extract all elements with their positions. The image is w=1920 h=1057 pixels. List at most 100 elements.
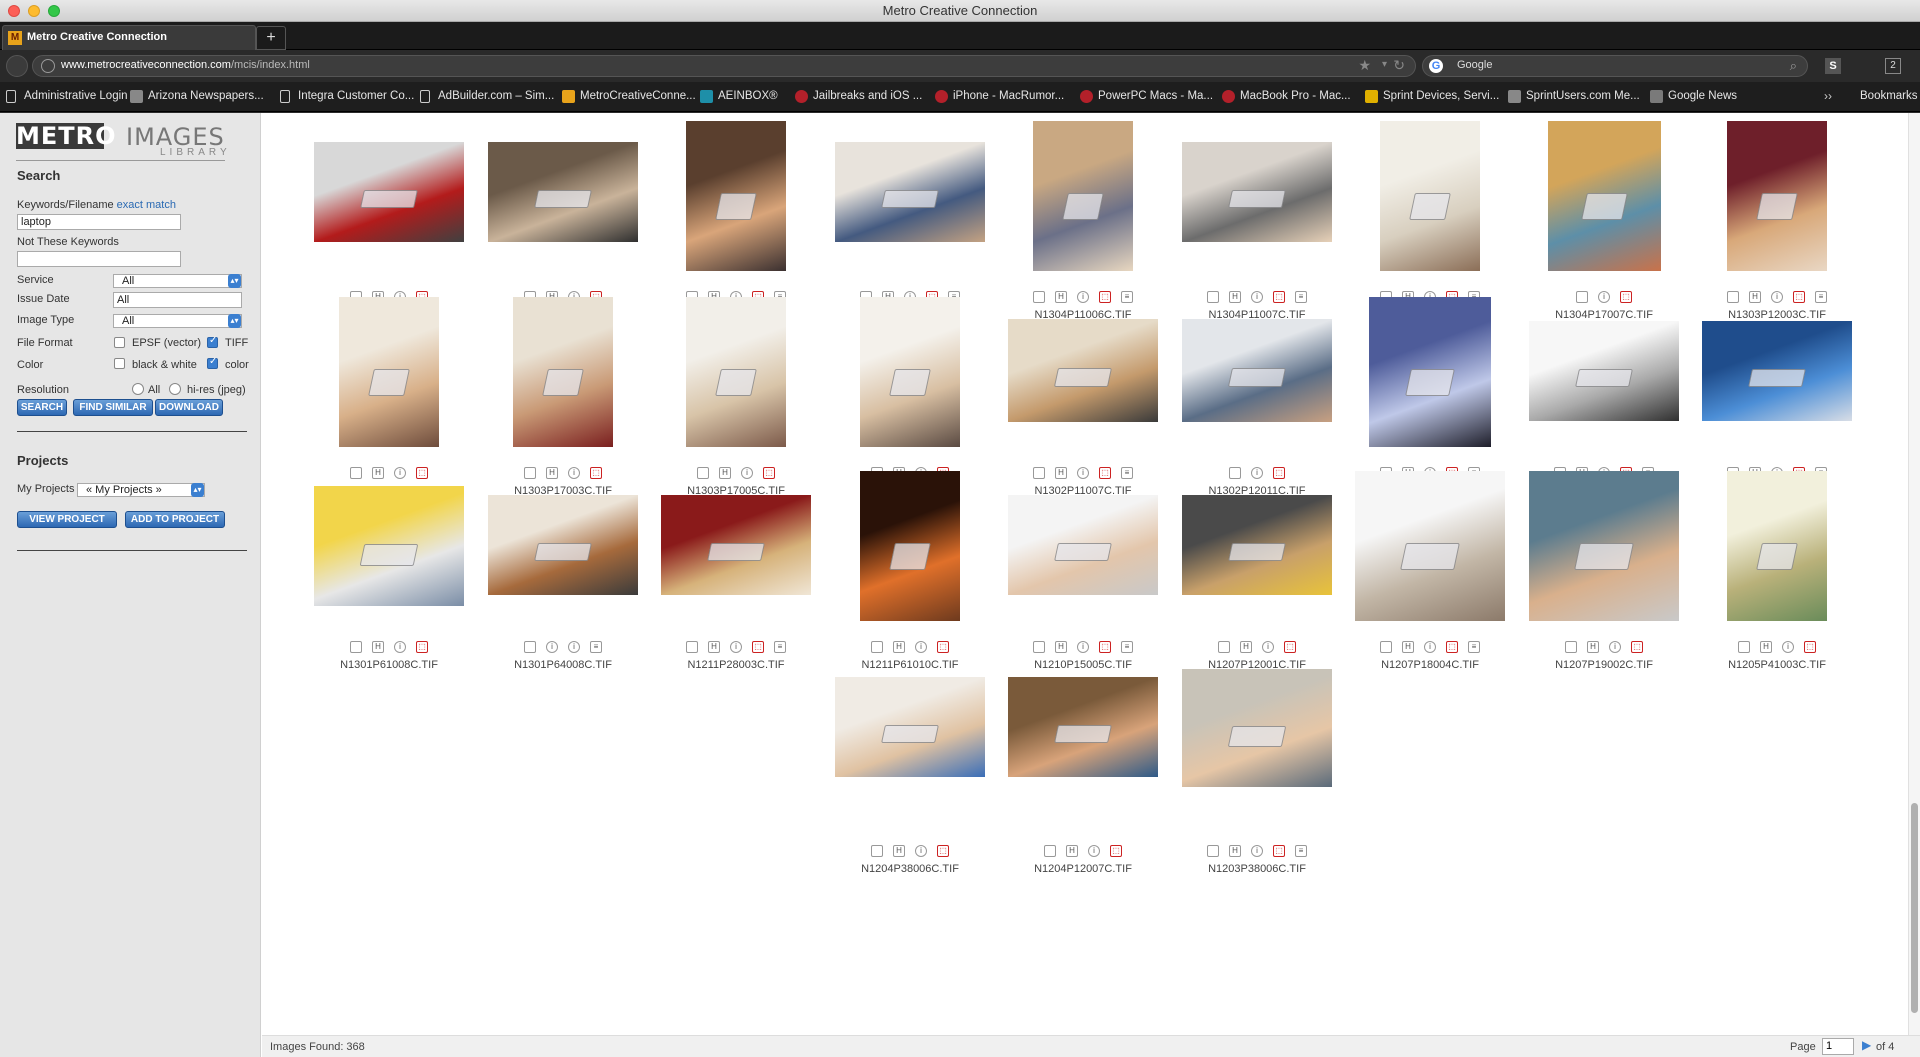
info-icon[interactable]: i <box>1251 467 1263 479</box>
extension-s-icon[interactable]: S <box>1825 58 1841 74</box>
select-checkbox[interactable] <box>697 467 709 479</box>
hi-res-icon[interactable]: H <box>1229 845 1241 857</box>
info-icon[interactable]: i <box>1424 641 1436 653</box>
hi-res-icon[interactable]: H <box>1055 291 1067 303</box>
hi-res-icon[interactable]: H <box>1240 641 1252 653</box>
new-tab-button[interactable]: + <box>256 26 286 50</box>
pdf-icon[interactable]: ⬚ <box>1793 291 1805 303</box>
result-filename[interactable]: N1204P12007C.TIF <box>1008 863 1158 875</box>
document-icon[interactable]: ≡ <box>1121 467 1133 479</box>
image-type-select[interactable]: All ▴▾ <box>113 314 242 328</box>
page-number-input[interactable]: 1 <box>1822 1038 1854 1055</box>
result-thumbnail[interactable] <box>1727 121 1827 271</box>
hi-res-icon[interactable]: H <box>1055 641 1067 653</box>
select-checkbox[interactable] <box>1380 641 1392 653</box>
result-thumbnail[interactable] <box>314 486 464 606</box>
result-thumbnail[interactable] <box>1380 121 1480 271</box>
hi-res-icon[interactable]: H <box>1587 641 1599 653</box>
search-icon[interactable]: ⌕ <box>1790 58 1797 74</box>
exact-match-link[interactable]: exact match <box>117 199 176 211</box>
pdf-icon[interactable]: ⬚ <box>1620 291 1632 303</box>
result-thumbnail[interactable] <box>513 297 613 447</box>
select-checkbox[interactable] <box>1207 291 1219 303</box>
result-thumbnail[interactable] <box>1182 495 1332 595</box>
bookmark-item[interactable]: Integra Customer Co... <box>280 90 414 103</box>
select-checkbox[interactable] <box>1565 641 1577 653</box>
color-checkbox[interactable] <box>207 356 218 369</box>
resolution-all-radio[interactable] <box>132 383 144 395</box>
result-thumbnail[interactable] <box>1702 321 1852 421</box>
result-filename[interactable]: N1301P61008C.TIF <box>314 659 464 671</box>
select-checkbox[interactable] <box>1727 291 1739 303</box>
info-icon[interactable]: i <box>1609 641 1621 653</box>
result-thumbnail[interactable] <box>1369 297 1491 447</box>
hi-res-icon[interactable]: H <box>1402 641 1414 653</box>
pdf-icon[interactable]: ⬚ <box>590 467 602 479</box>
result-thumbnail[interactable] <box>1033 121 1133 271</box>
bookmarks-overflow-icon[interactable]: ›› <box>1824 89 1832 103</box>
select-checkbox[interactable] <box>871 845 883 857</box>
bookmark-item[interactable]: AdBuilder.com – Sim... <box>420 90 554 103</box>
info-icon[interactable]: i <box>741 467 753 479</box>
bookmark-item[interactable]: Arizona Newspapers... <box>130 90 264 103</box>
select-checkbox[interactable] <box>524 641 536 653</box>
select-checkbox[interactable] <box>1218 641 1230 653</box>
bookmark-item[interactable]: MetroCreativeConne... <box>562 90 696 103</box>
hi-res-icon[interactable]: H <box>1066 845 1078 857</box>
info-icon[interactable]: i <box>394 467 406 479</box>
issue-date-input[interactable]: All <box>113 292 242 308</box>
document-icon[interactable]: ≡ <box>774 641 786 653</box>
info-icon[interactable]: i <box>1077 467 1089 479</box>
hi-res-icon[interactable]: H <box>1055 467 1067 479</box>
pdf-icon[interactable]: ⬚ <box>1631 641 1643 653</box>
info-icon[interactable]: i <box>1782 641 1794 653</box>
vertical-scrollbar[interactable] <box>1908 113 1920 1035</box>
result-thumbnail[interactable] <box>835 142 985 242</box>
browser-tab[interactable]: M Metro Creative Connection <box>2 25 256 50</box>
pdf-icon[interactable]: ⬚ <box>1110 845 1122 857</box>
info-icon[interactable]: i <box>394 641 406 653</box>
document-icon[interactable]: ≡ <box>1295 845 1307 857</box>
bookmark-item[interactable]: SprintUsers.com Me... <box>1508 90 1640 103</box>
document-icon[interactable]: ≡ <box>590 641 602 653</box>
result-thumbnail[interactable] <box>1182 142 1332 242</box>
result-thumbnail[interactable] <box>1008 319 1158 422</box>
search-bar[interactable]: G Google ⌕ <box>1422 55 1808 77</box>
chevron-down-icon[interactable]: ▾ <box>1382 59 1387 70</box>
result-thumbnail[interactable] <box>1182 319 1332 422</box>
info-icon[interactable]: i <box>568 467 580 479</box>
hi-res-icon[interactable]: H <box>893 641 905 653</box>
scrollbar-thumb[interactable] <box>1911 803 1918 1013</box>
result-thumbnail[interactable] <box>1529 321 1679 421</box>
result-thumbnail[interactable] <box>1008 677 1158 777</box>
result-thumbnail[interactable] <box>835 677 985 777</box>
select-checkbox[interactable] <box>1033 641 1045 653</box>
result-thumbnail[interactable] <box>1529 471 1679 621</box>
epsf-checkbox[interactable] <box>114 337 125 348</box>
select-checkbox[interactable] <box>1207 845 1219 857</box>
keywords-input[interactable]: laptop <box>17 214 181 230</box>
document-icon[interactable]: ≡ <box>1121 291 1133 303</box>
result-thumbnail[interactable] <box>860 297 960 447</box>
my-projects-select[interactable]: « My Projects » ▴▾ <box>77 483 205 497</box>
not-keywords-input[interactable] <box>17 251 181 267</box>
pdf-icon[interactable]: ⬚ <box>1099 641 1111 653</box>
bookmark-item[interactable]: Administrative Login <box>6 90 128 103</box>
result-filename[interactable]: N1203P38006C.TIF <box>1182 863 1332 875</box>
info-icon[interactable]: i <box>1262 641 1274 653</box>
info-icon[interactable]: i <box>546 641 558 653</box>
bookmark-item[interactable]: PowerPC Macs - Ma... <box>1080 90 1213 103</box>
select-checkbox[interactable] <box>1033 467 1045 479</box>
service-select[interactable]: All ▴▾ <box>113 274 242 288</box>
document-icon[interactable]: ≡ <box>1121 641 1133 653</box>
pdf-icon[interactable]: ⬚ <box>937 641 949 653</box>
bookmark-star-icon[interactable]: ★ <box>1358 57 1371 74</box>
pdf-icon[interactable]: ⬚ <box>1284 641 1296 653</box>
select-checkbox[interactable] <box>871 641 883 653</box>
extension-two-icon[interactable]: 2 <box>1885 58 1901 74</box>
bookmark-item[interactable]: Google News <box>1650 90 1737 103</box>
select-checkbox[interactable] <box>524 467 536 479</box>
result-thumbnail[interactable] <box>1727 471 1827 621</box>
result-filename[interactable]: N1205P41003C.TIF <box>1702 659 1852 671</box>
address-bar[interactable]: www.metrocreativeconnection.com/mcis/ind… <box>32 55 1416 77</box>
